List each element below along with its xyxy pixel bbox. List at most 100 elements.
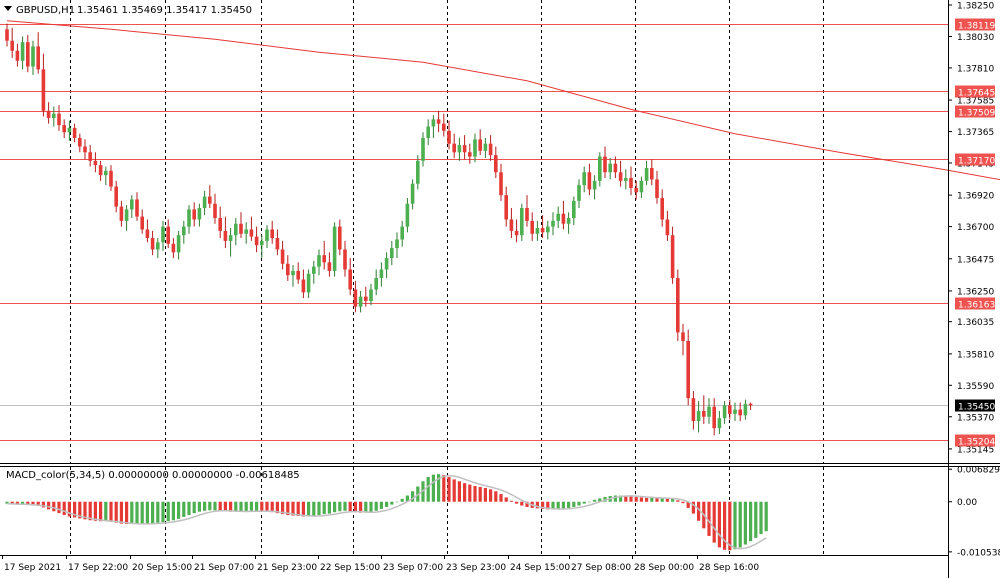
time-tick-label: 17 Sep 22:00	[68, 563, 128, 573]
macd-bar	[473, 486, 477, 502]
macd-bar	[317, 501, 321, 516]
candle-body	[618, 172, 623, 181]
candle-body	[161, 226, 165, 243]
macd-bar	[639, 497, 643, 502]
macd-bar	[125, 501, 129, 525]
macd-bar	[260, 501, 264, 512]
time-tick-label: 23 Sep 23:00	[446, 563, 506, 573]
candle-body	[140, 216, 144, 230]
candle-body	[124, 209, 129, 221]
candle-body	[306, 273, 311, 293]
macd-bar	[104, 501, 108, 522]
macd-bar	[135, 501, 139, 525]
candle-body	[280, 249, 285, 264]
macd-bar	[629, 496, 633, 502]
macd-bar	[452, 479, 456, 502]
macd-bar	[369, 501, 373, 513]
price-tick-label: 1.36250	[957, 287, 994, 297]
candle-body	[176, 235, 181, 253]
candle-body	[291, 270, 295, 276]
candle	[676, 269, 680, 341]
macd-bar	[67, 501, 71, 517]
candle-body	[369, 289, 373, 301]
candle-body	[743, 403, 748, 416]
candle-body	[551, 220, 555, 227]
candle-body	[156, 242, 160, 250]
time-tick-label: 21 Sep 07:00	[194, 563, 254, 573]
candle-body	[72, 127, 77, 138]
macd-bar	[385, 501, 389, 507]
candle-body	[228, 235, 233, 241]
candle-body	[57, 113, 61, 126]
candle-body	[343, 249, 347, 270]
candle	[670, 226, 675, 284]
macd-bar	[203, 501, 207, 511]
candle-body	[530, 220, 534, 234]
symbol-label[interactable]: GBPUSD,H1	[16, 5, 75, 16]
macd-bar	[177, 501, 181, 519]
candle-body	[665, 219, 670, 236]
current-price-label: 1.35450	[958, 403, 995, 413]
macd-bar	[171, 501, 175, 521]
macd-bar	[463, 483, 467, 502]
macd-bar	[145, 501, 149, 524]
macd-bar	[301, 501, 305, 517]
candle-body	[192, 209, 196, 220]
candle-body	[494, 155, 498, 173]
macd-bar	[556, 501, 560, 509]
macd-bar	[509, 500, 513, 502]
macd-bar	[62, 501, 66, 516]
candle-body	[322, 255, 326, 263]
macd-bar	[754, 501, 758, 538]
candle-body	[504, 195, 508, 220]
candle-body	[525, 208, 529, 221]
macd-bar	[234, 501, 238, 512]
macd-bar	[192, 501, 196, 514]
macd-bar	[348, 501, 352, 512]
candle-body	[83, 146, 87, 153]
macd-bar	[749, 501, 753, 542]
macd-bar	[130, 501, 134, 525]
candle-body	[135, 199, 139, 217]
macd-bar	[140, 501, 144, 524]
macd-bar	[395, 501, 399, 503]
candle-body	[660, 198, 664, 220]
candle-body	[223, 230, 228, 241]
macd-bar	[114, 501, 118, 523]
time-tick-label: 28 Sep 00:00	[634, 563, 694, 573]
macd-bar	[244, 501, 248, 512]
macd-bar	[728, 501, 732, 551]
candle-body	[52, 113, 56, 118]
level-label: 1.37645	[958, 89, 995, 99]
candle-body	[353, 289, 358, 307]
candle-body	[613, 163, 618, 173]
candle-body	[244, 229, 248, 234]
candle-body	[332, 226, 337, 271]
macd-bar	[390, 501, 394, 505]
candle-body	[447, 130, 451, 144]
candle-body	[104, 170, 108, 176]
candle-body	[728, 405, 732, 414]
time-tick-label: 22 Sep 15:00	[320, 563, 380, 573]
trading-chart[interactable]: 1.382501.380301.378101.375851.373651.371…	[0, 0, 1000, 578]
candle-body	[93, 160, 98, 166]
candle-body	[577, 185, 581, 201]
candle-body	[265, 229, 269, 241]
macd-bar	[624, 496, 628, 502]
candle-body	[421, 137, 425, 161]
candle-body	[702, 411, 706, 417]
candle-body	[166, 226, 170, 244]
candle-body	[296, 270, 300, 280]
macd-bar	[161, 501, 165, 523]
candle-body	[624, 177, 628, 181]
macd-tick-label: 0.00	[957, 498, 977, 508]
price-tick-label: 1.36035	[957, 318, 994, 328]
candle-body	[374, 278, 378, 290]
candle-body	[488, 143, 493, 156]
macd-bar	[764, 501, 768, 532]
candle-body	[582, 172, 586, 186]
macd-bar	[489, 489, 493, 502]
candle-body	[478, 139, 482, 151]
candle-body	[717, 418, 722, 429]
candle-body	[634, 188, 638, 193]
